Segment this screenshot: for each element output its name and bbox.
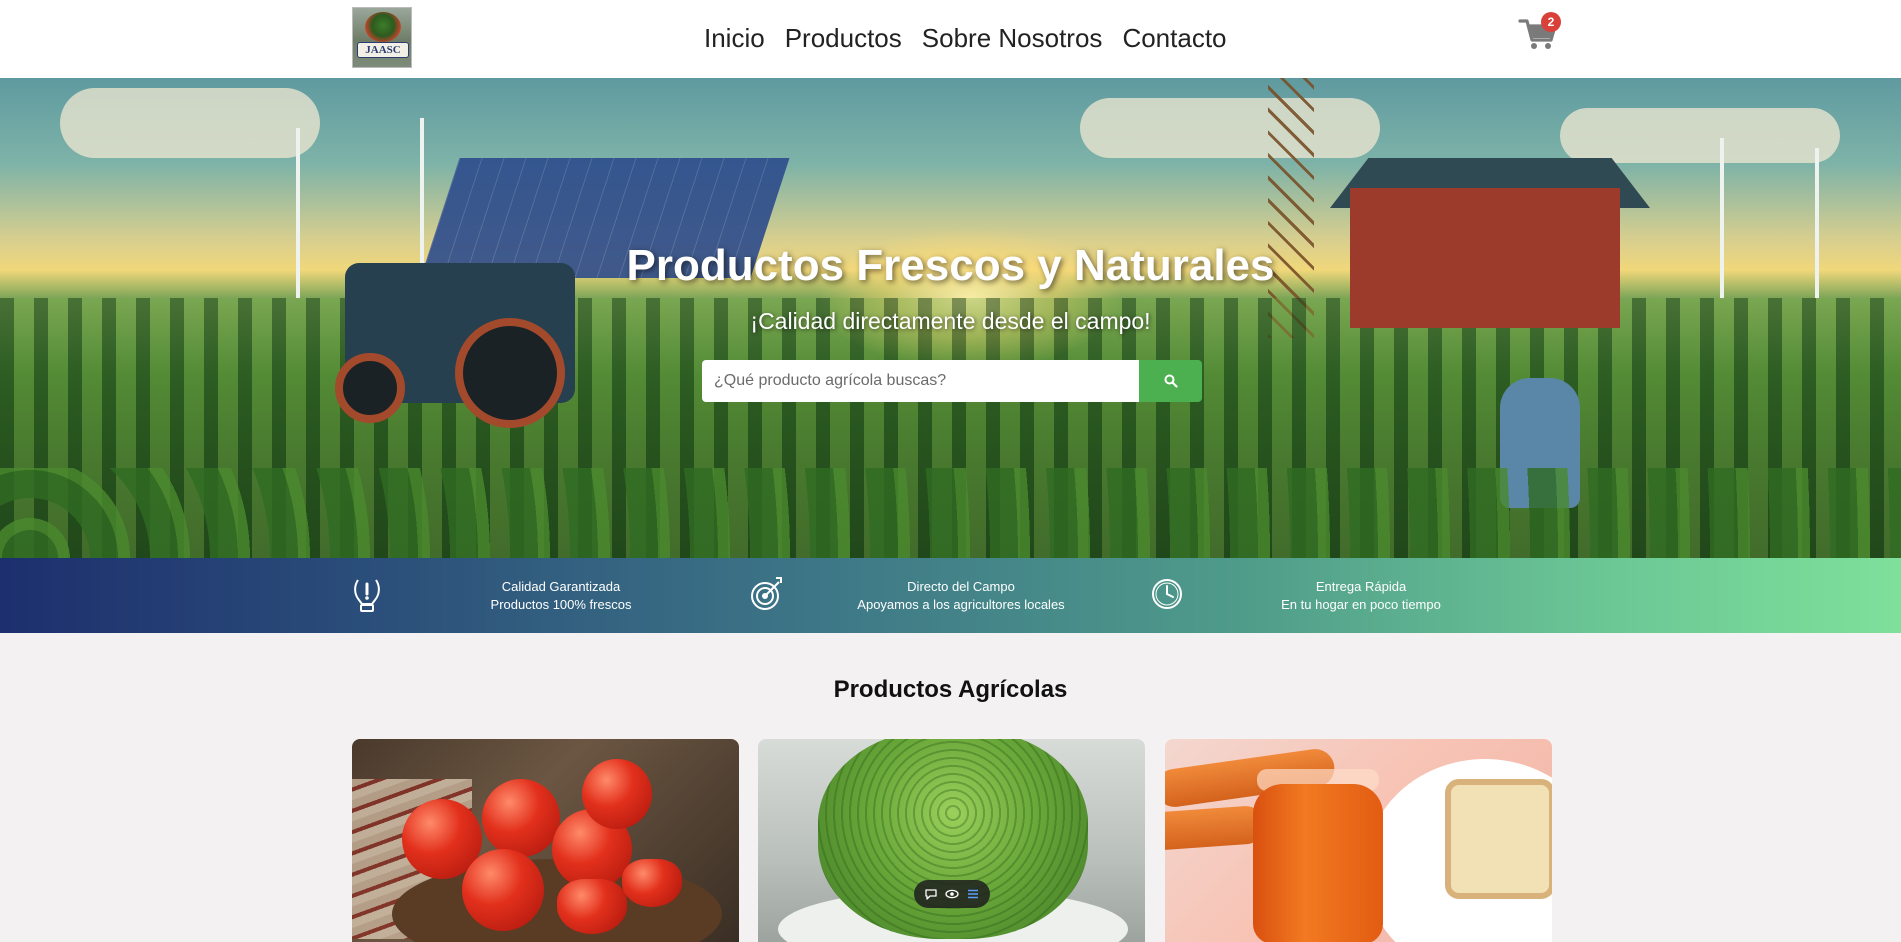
product-card-jam[interactable] xyxy=(1165,739,1552,942)
tomato-slice xyxy=(622,859,682,907)
tomato xyxy=(482,779,560,857)
hero-subtitle: ¡Calidad directamente desde el campo! xyxy=(750,308,1151,334)
nav-link-inicio[interactable]: Inicio xyxy=(704,22,765,54)
carrot xyxy=(1165,804,1267,852)
lettuce xyxy=(818,739,1088,939)
leaves-foreground xyxy=(0,468,1901,558)
feature-title: Entrega Rápida xyxy=(1315,579,1407,594)
feature-text: En tu hogar en poco tiempo xyxy=(1281,597,1441,612)
product-card-tomato[interactable] xyxy=(352,739,739,942)
nav-link-contacto[interactable]: Contacto xyxy=(1122,22,1226,54)
nav-link-productos[interactable]: Productos xyxy=(785,22,902,54)
tractor-wheel xyxy=(335,353,405,423)
floating-toolbar xyxy=(914,880,990,908)
bread-slice xyxy=(1445,779,1552,899)
cloud-decoration xyxy=(1560,108,1840,163)
main-nav: Inicio Productos Sobre Nosotros Contacto xyxy=(704,22,1227,54)
comment-icon[interactable] xyxy=(924,887,938,901)
logo-text: JAASC xyxy=(357,42,409,58)
hero-banner: Productos Frescos y Naturales ¡Calidad d… xyxy=(0,78,1901,558)
list-icon[interactable] xyxy=(966,887,980,901)
feature-direct: Directo del Campo Apoyamos a los agricul… xyxy=(831,578,1091,614)
feature-text: Productos 100% frescos xyxy=(490,597,632,612)
feature-title: Calidad Garantizada xyxy=(501,579,621,594)
logo-seal-icon xyxy=(365,12,401,42)
feature-text: Apoyamos a los agricultores locales xyxy=(857,597,1065,612)
site-logo[interactable]: JAASC xyxy=(352,7,412,68)
search-icon xyxy=(1164,374,1178,388)
search-button[interactable] xyxy=(1139,360,1202,402)
products-section-title: Productos Agrícolas xyxy=(833,676,1068,703)
quality-icon xyxy=(354,579,380,612)
cloud-decoration xyxy=(1080,98,1380,158)
product-card-lettuce[interactable] xyxy=(758,739,1145,942)
feature-title: Directo del Campo xyxy=(907,579,1015,594)
cloud-decoration xyxy=(60,88,320,158)
feature-quality: Calidad Garantizada Productos 100% fresc… xyxy=(431,578,691,614)
nav-link-sobre-nosotros[interactable]: Sobre Nosotros xyxy=(922,22,1103,54)
target-icon xyxy=(751,577,782,610)
tomato-slice xyxy=(557,879,627,934)
eye-icon[interactable] xyxy=(945,887,959,901)
features-band: Calidad Garantizada Productos 100% fresc… xyxy=(0,558,1901,633)
tomato xyxy=(582,759,652,829)
hero-title: Productos Frescos y Naturales xyxy=(626,241,1275,290)
search-bar xyxy=(702,360,1202,402)
jam-jar xyxy=(1253,784,1383,942)
search-input[interactable] xyxy=(702,360,1139,402)
feature-delivery: Entrega Rápida En tu hogar en poco tiemp… xyxy=(1231,578,1491,614)
cart-count-badge: 2 xyxy=(1541,12,1561,32)
site-header: JAASC Inicio Productos Sobre Nosotros Co… xyxy=(0,0,1901,78)
clock-icon xyxy=(1152,579,1182,609)
tomato xyxy=(462,849,544,931)
